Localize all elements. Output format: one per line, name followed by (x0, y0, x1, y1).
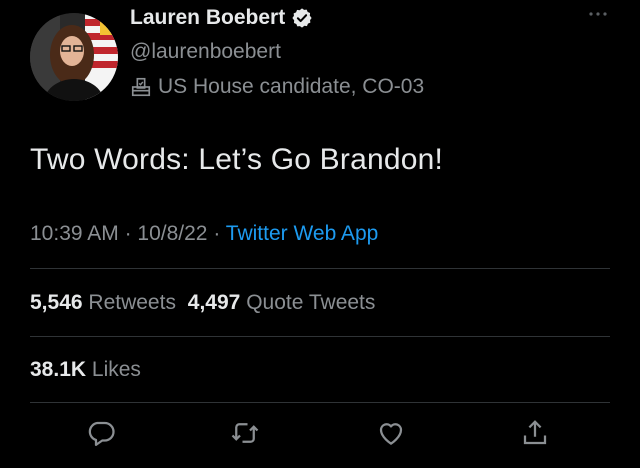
retweet-icon[interactable] (230, 418, 260, 448)
likes-count: 38.1K (30, 358, 87, 381)
reply-icon[interactable] (86, 418, 116, 448)
heart-icon[interactable] (376, 418, 406, 448)
tweet-time[interactable]: 10:39 AM (30, 222, 119, 245)
quote-tweets-link[interactable]: 4,497 Quote Tweets (188, 291, 376, 314)
likes-link[interactable]: 38.1K Likes (30, 358, 141, 381)
quote-tweets-count: 4,497 (187, 291, 241, 314)
share-icon[interactable] (520, 418, 550, 448)
tweet-source-link[interactable]: Twitter Web App (226, 222, 379, 245)
retweets-link[interactable]: 5,546 Retweets (30, 291, 176, 314)
author-name[interactable]: Lauren Boebert (130, 6, 285, 30)
retweet-stats: 5,546 Retweets 4,497 Quote Tweets (30, 291, 375, 315)
action-bar (0, 418, 640, 454)
author-name-row: Lauren Boebert (130, 6, 313, 30)
tweet-text: Two Words: Let’s Go Brandon! (30, 143, 444, 176)
tweet-meta: 10:39 AM · 10/8/22 · Twitter Web App (30, 222, 378, 246)
divider (30, 336, 610, 337)
ballot-box-icon (131, 77, 151, 97)
more-options-icon[interactable] (586, 6, 610, 22)
likes-label: Likes (91, 358, 141, 381)
author-handle[interactable]: @laurenboebert (130, 40, 281, 64)
meta-separator: · (118, 222, 138, 245)
divider (30, 402, 610, 403)
divider (30, 268, 610, 269)
affiliation-label: US House candidate, CO-03 (130, 75, 424, 99)
likes-stats: 38.1K Likes (30, 358, 141, 382)
retweets-count: 5,546 (30, 291, 83, 314)
retweets-label: Retweets (88, 291, 176, 314)
verified-badge-icon (292, 8, 312, 28)
quote-tweets-label: Quote Tweets (246, 291, 376, 314)
affiliation-text: US House candidate, CO-03 (158, 75, 425, 98)
meta-separator: · (207, 222, 226, 245)
tweet-date[interactable]: 10/8/22 (137, 222, 207, 245)
avatar[interactable] (30, 13, 118, 101)
profile-photo (30, 13, 118, 101)
